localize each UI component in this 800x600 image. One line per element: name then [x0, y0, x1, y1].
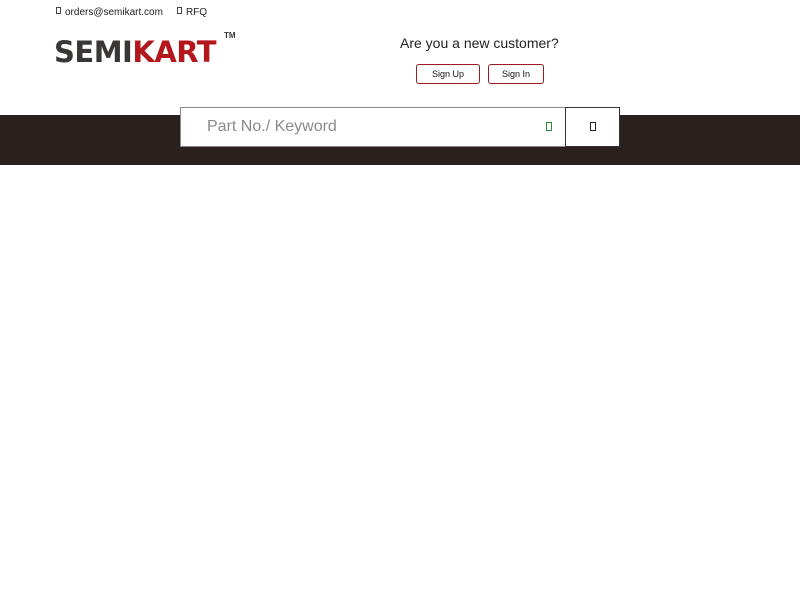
email-link[interactable]: orders@semikart.com	[56, 6, 163, 18]
sign-up-button[interactable]: Sign Up	[416, 64, 480, 84]
semikart-logo[interactable]: SEMIKART TM	[54, 31, 236, 71]
microphone-icon[interactable]	[546, 122, 552, 131]
sign-in-button[interactable]: Sign In	[488, 64, 544, 84]
search-button[interactable]	[565, 107, 620, 147]
search-input[interactable]	[181, 108, 537, 146]
email-label: orders@semikart.com	[65, 6, 163, 18]
logo-wordmark: SEMIKART	[54, 35, 217, 69]
search-icon	[590, 122, 596, 131]
logo-semi: SEMI	[54, 35, 133, 69]
envelope-icon	[56, 6, 61, 14]
rfq-link[interactable]: RFQ	[176, 6, 208, 18]
top-contact-bar: orders@semikart.com RFQ	[56, 4, 207, 20]
document-icon	[176, 6, 182, 14]
logo-kart: KART	[132, 35, 217, 69]
trademark-mark: TM	[224, 31, 236, 40]
search-bar	[180, 107, 566, 147]
rfq-label: RFQ	[185, 6, 208, 18]
new-customer-prompt: Are you a new customer?	[400, 35, 559, 51]
auth-buttons: Sign Up Sign In	[416, 64, 544, 84]
